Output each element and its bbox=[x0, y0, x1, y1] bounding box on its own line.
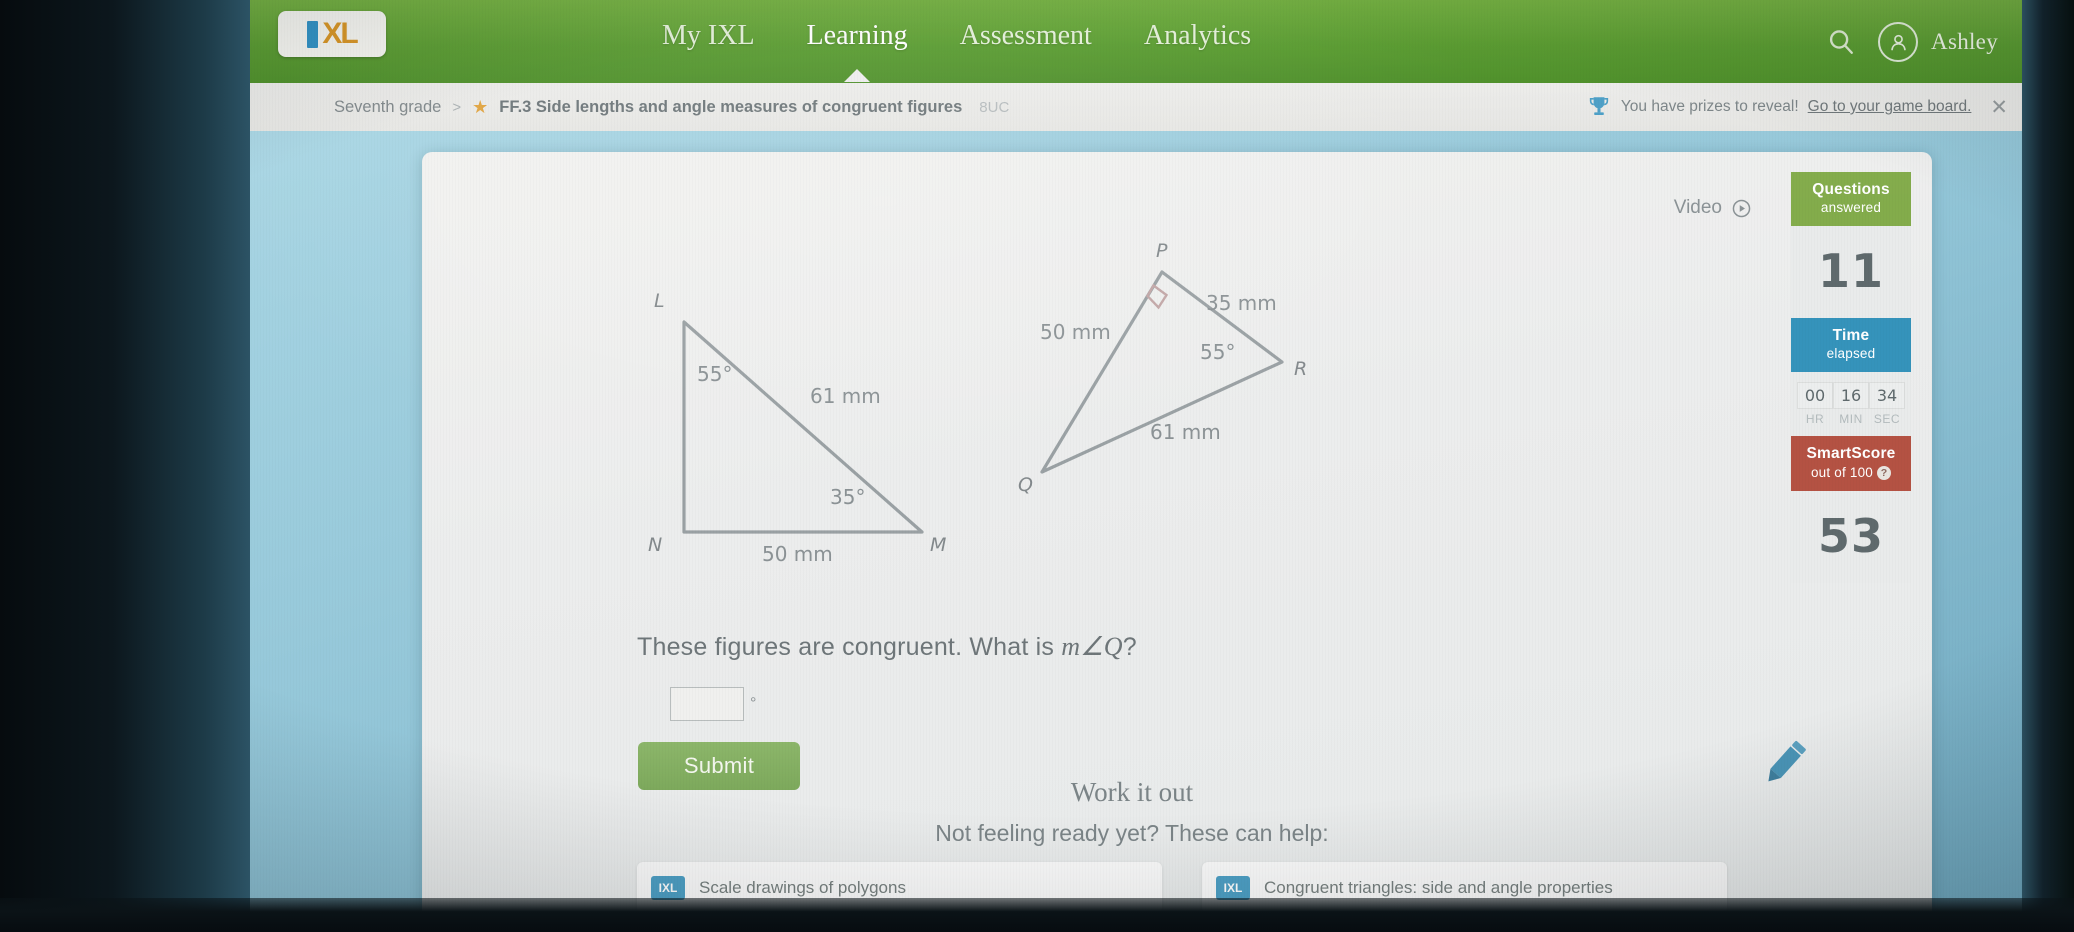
page-body: Video Questions answered 11 Time elapsed… bbox=[236, 131, 2036, 916]
side-label-QP-50mm: 50 mm bbox=[1040, 320, 1111, 344]
right-angle-marker bbox=[1146, 283, 1169, 310]
help-link-label: Congruent triangles: side and angle prop… bbox=[1264, 878, 1613, 897]
vertex-label-P: P bbox=[1156, 240, 1168, 262]
vertex-label-M: M bbox=[930, 534, 947, 556]
search-icon[interactable] bbox=[1826, 27, 1856, 57]
logo-i-bar bbox=[307, 20, 319, 48]
trophy-icon bbox=[1589, 97, 1609, 116]
angle-label-M-35: 35° bbox=[830, 485, 866, 509]
question-text-before: These figures are congruent. What is bbox=[637, 633, 1062, 661]
breadcrumb-separator: > bbox=[452, 98, 462, 116]
figure-area: L N M 55° 61 mm 35° 50 mm P Q R 50 mm 35… bbox=[422, 212, 1842, 632]
star-icon[interactable]: ★ bbox=[472, 98, 488, 116]
vertex-label-R: R bbox=[1294, 358, 1308, 380]
username-label: Ashley bbox=[1931, 29, 1998, 54]
screenshot-stage: XL My IXL Learning Assessment Analytics bbox=[0, 0, 2074, 932]
logo-xl-text: XL bbox=[322, 17, 358, 50]
question-text-after: ? bbox=[1122, 633, 1137, 661]
help-icon[interactable]: ? bbox=[1877, 465, 1892, 480]
answer-row: ° bbox=[670, 687, 756, 721]
top-navigation-bar: XL My IXL Learning Assessment Analytics bbox=[236, 0, 2036, 83]
nav-item-analytics[interactable]: Analytics bbox=[1118, 14, 1277, 62]
side-label-NM-50mm: 50 mm bbox=[762, 542, 833, 566]
game-board-link[interactable]: Go to your game board. bbox=[1808, 98, 1972, 116]
skill-code: 8UC bbox=[979, 98, 1010, 116]
angle-label-R-55: 55° bbox=[1200, 340, 1236, 364]
triangle-LNM-shape bbox=[682, 320, 924, 534]
nav-items: My IXL Learning Assessment Analytics bbox=[636, 14, 1277, 62]
question-card: Video Questions answered 11 Time elapsed… bbox=[422, 152, 1932, 916]
user-avatar-icon[interactable] bbox=[1878, 22, 1919, 62]
ixl-badge-icon: IXL bbox=[651, 876, 685, 900]
side-label-PR-35mm: 35 mm bbox=[1206, 291, 1277, 315]
breadcrumb-bar: Seventh grade > ★ FF.3 Side lengths and … bbox=[236, 83, 2036, 131]
nav-item-assessment[interactable]: Assessment bbox=[934, 14, 1118, 62]
angle-label-L-55: 55° bbox=[697, 362, 733, 386]
browser-screen: XL My IXL Learning Assessment Analytics bbox=[236, 0, 2036, 916]
side-label-LM-61mm: 61 mm bbox=[810, 384, 881, 408]
work-it-out-subheading: Not feeling ready yet? These can help: bbox=[935, 820, 1329, 846]
answer-input[interactable] bbox=[670, 687, 744, 721]
pencil-icon[interactable] bbox=[1754, 732, 1816, 794]
bezel-left bbox=[0, 0, 250, 932]
help-link-label: Scale drawings of polygons bbox=[699, 878, 906, 897]
side-label-QR-61mm: 61 mm bbox=[1150, 420, 1221, 444]
breadcrumb-skill-title: FF.3 Side lengths and angle measures of … bbox=[499, 97, 963, 116]
work-it-out-heading: Work it out bbox=[1070, 777, 1194, 807]
user-menu[interactable]: Ashley bbox=[1878, 22, 1998, 62]
nav-item-learning[interactable]: Learning bbox=[781, 14, 934, 62]
timer-seconds: 34 SEC bbox=[1869, 382, 1905, 426]
nav-item-my-ixl[interactable]: My IXL bbox=[636, 14, 781, 62]
prize-text: You have prizes to reveal! bbox=[1620, 98, 1799, 115]
vertex-label-L: L bbox=[654, 290, 665, 312]
bezel-right bbox=[2022, 0, 2074, 932]
question-math-expression: m∠Q bbox=[1061, 632, 1123, 661]
ixl-badge-icon: IXL bbox=[1216, 876, 1250, 900]
work-it-out-section: Work it out Not feeling ready yet? These… bbox=[422, 777, 1842, 847]
breadcrumb-grade[interactable]: Seventh grade bbox=[334, 98, 441, 117]
vertex-label-N: N bbox=[648, 534, 663, 556]
question-text: These figures are congruent. What is m∠Q… bbox=[637, 632, 1137, 662]
prize-banner: You have prizes to reveal! Go to your ga… bbox=[1586, 94, 2008, 120]
close-icon[interactable]: ✕ bbox=[1990, 95, 2008, 120]
timer-seconds-label: SEC bbox=[1873, 412, 1901, 427]
breadcrumb: Seventh grade > ★ FF.3 Side lengths and … bbox=[334, 98, 1009, 117]
ixl-logo[interactable]: XL bbox=[278, 11, 386, 57]
congruent-triangles-diagram bbox=[682, 270, 1284, 534]
vertex-label-Q: Q bbox=[1018, 474, 1033, 496]
degree-symbol: ° bbox=[750, 695, 757, 712]
nav-right-cluster: Ashley bbox=[1826, 22, 1998, 62]
questions-answered-title-1: Questions bbox=[1812, 181, 1890, 198]
bezel-bottom bbox=[0, 898, 2074, 932]
timer-seconds-value: 34 bbox=[1869, 382, 1905, 410]
